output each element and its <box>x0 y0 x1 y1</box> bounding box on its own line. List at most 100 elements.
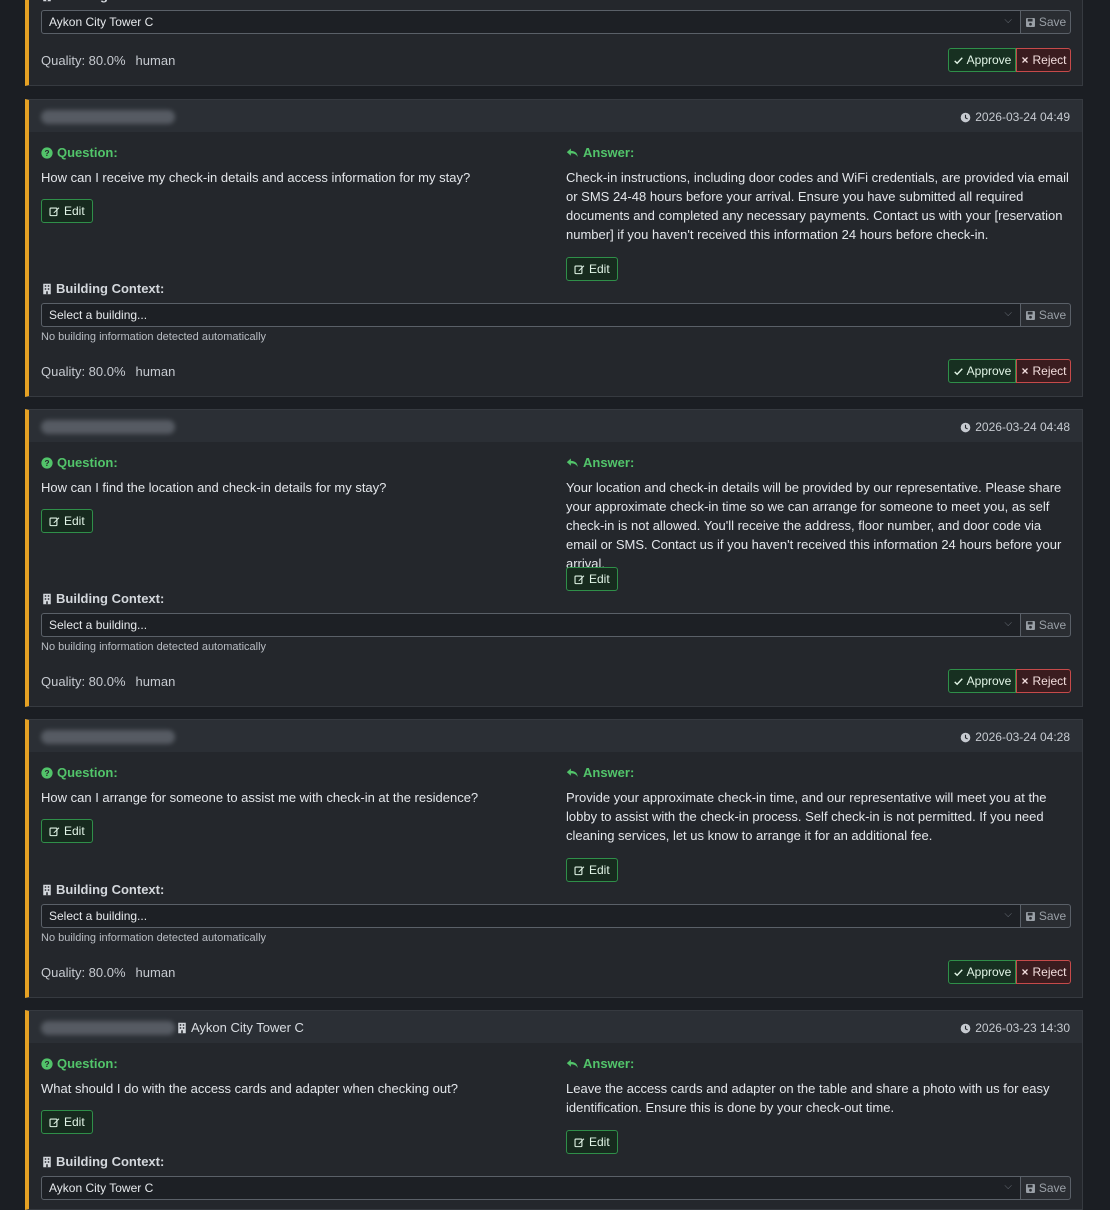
edit-question-button[interactable]: Edit <box>41 1110 93 1134</box>
approve-button[interactable]: Approve <box>948 669 1016 693</box>
question-text: How can I arrange for someone to assist … <box>41 790 479 805</box>
timestamp: 2026-03-23 14:30 <box>960 1021 1070 1035</box>
answer-label: Answer: <box>566 145 634 160</box>
quality-label: Quality: 80.0% human <box>41 674 176 689</box>
answer-label: Answer: <box>566 765 634 780</box>
edit-icon <box>574 574 585 585</box>
qa-card: Aykon City Tower C 2026-03-23 14:30 Questi… <box>25 1010 1083 1210</box>
building-context-label: Building Context: <box>41 882 164 897</box>
chevron-down-icon: ⌵ <box>1004 618 1012 629</box>
edit-icon <box>49 1117 60 1128</box>
save-icon <box>1025 310 1036 321</box>
card-header: Aykon City Tower C 2026-03-23 14:30 <box>29 1011 1082 1043</box>
question-label: Question: <box>41 145 118 160</box>
clock-icon <box>960 112 971 123</box>
edit-icon <box>49 206 60 217</box>
qa-card: 2026-03-24 04:49 Question: Answer: How can … <box>25 99 1083 397</box>
save-button[interactable]: Save <box>1020 613 1071 637</box>
edit-question-button[interactable]: Edit <box>41 819 93 843</box>
quality-label: Quality: 80.0% human <box>41 965 176 980</box>
answer-label: Answer: <box>566 455 634 470</box>
timestamp: 2026-03-24 04:49 <box>960 110 1070 124</box>
building-select[interactable]: Select a building... ⌵ <box>41 303 1021 327</box>
edit-answer-button[interactable]: Edit <box>566 858 618 882</box>
reply-icon <box>566 1057 579 1070</box>
edit-icon <box>574 264 585 275</box>
save-icon <box>1025 1183 1036 1194</box>
reject-button[interactable]: Reject <box>1016 960 1071 984</box>
chevron-down-icon: ⌵ <box>1004 308 1012 319</box>
question-label: Question: <box>41 1056 118 1071</box>
edit-icon <box>49 516 60 527</box>
source-label: human <box>135 674 176 689</box>
check-icon <box>953 676 964 687</box>
x-icon <box>1020 676 1030 686</box>
building-select[interactable]: Select a building... ⌵ <box>41 904 1021 928</box>
edit-icon <box>49 826 60 837</box>
building-context-label: Building Context: <box>41 281 164 296</box>
redacted-user-id <box>41 1021 175 1035</box>
edit-icon <box>574 1137 585 1148</box>
edit-answer-button[interactable]: Edit <box>566 257 618 281</box>
no-building-hint: No building information detected automat… <box>41 932 267 944</box>
edit-icon <box>574 865 585 876</box>
approve-button[interactable]: Approve <box>948 960 1016 984</box>
reply-icon <box>566 766 579 779</box>
timestamp: 2026-03-24 04:28 <box>960 730 1070 744</box>
chevron-down-icon: ⌵ <box>1004 909 1012 920</box>
save-icon <box>1025 620 1036 631</box>
card-header: 2026-03-24 04:49 <box>29 100 1082 132</box>
x-icon <box>1020 366 1030 376</box>
save-button[interactable]: Save <box>1020 904 1071 928</box>
reply-icon <box>566 146 579 159</box>
no-building-hint: No building information detected automat… <box>41 331 267 343</box>
chevron-down-icon: ⌵ <box>1004 1181 1012 1192</box>
qa-card: 2026-03-24 04:28 Question: Answer: How can … <box>25 719 1083 998</box>
qa-card: 2026-03-24 04:48 Question: Answer: How can … <box>25 409 1083 707</box>
question-text: How can I receive my check-in details an… <box>41 170 471 185</box>
reply-icon <box>566 456 579 469</box>
save-button[interactable]: Save <box>1020 303 1071 327</box>
redacted-user-id <box>41 110 175 124</box>
source-label: human <box>135 965 176 980</box>
building-icon <box>176 1022 188 1034</box>
question-circle-icon <box>41 147 53 159</box>
redacted-user-id <box>41 420 175 434</box>
answer-text: Check-in instructions, including door co… <box>566 170 1069 242</box>
source-label: human <box>135 364 176 379</box>
save-icon <box>1025 911 1036 922</box>
edit-answer-button[interactable]: Edit <box>566 1130 618 1154</box>
question-circle-icon <box>41 1058 53 1070</box>
answer-text: Your location and check-in details will … <box>566 480 1062 571</box>
building-select[interactable]: Select a building... ⌵ <box>41 613 1021 637</box>
redacted-user-id <box>41 730 175 744</box>
question-label: Question: <box>41 765 118 780</box>
no-building-hint: No building information detected automat… <box>41 641 267 653</box>
building-icon <box>41 1156 53 1168</box>
edit-question-button[interactable]: Edit <box>41 509 93 533</box>
building-icon <box>41 884 53 896</box>
edit-question-button[interactable]: Edit <box>41 199 93 223</box>
question-label: Question: <box>41 455 118 470</box>
approve-button[interactable]: Approve <box>948 359 1016 383</box>
save-button[interactable]: Save <box>1020 1176 1071 1200</box>
check-icon <box>953 967 964 978</box>
building-select[interactable]: Aykon City Tower C ⌵ <box>41 1176 1021 1200</box>
answer-label: Answer: <box>566 1056 634 1071</box>
question-circle-icon <box>41 767 53 779</box>
building-icon <box>41 593 53 605</box>
check-icon <box>953 366 964 377</box>
reject-button[interactable]: Reject <box>1016 359 1071 383</box>
question-text: What should I do with the access cards a… <box>41 1081 458 1096</box>
edit-answer-button[interactable]: Edit <box>566 567 618 591</box>
reject-button[interactable]: Reject <box>1016 669 1071 693</box>
card-header: 2026-03-24 04:28 <box>29 720 1082 752</box>
x-icon <box>1020 967 1030 977</box>
clock-icon <box>960 732 971 743</box>
clock-icon <box>960 1023 971 1034</box>
timestamp: 2026-03-24 04:48 <box>960 420 1070 434</box>
card-header: 2026-03-24 04:48 <box>29 410 1082 442</box>
building-context-label: Building Context: <box>41 591 164 606</box>
answer-text: Provide your approximate check-in time, … <box>566 790 1047 843</box>
question-circle-icon <box>41 457 53 469</box>
